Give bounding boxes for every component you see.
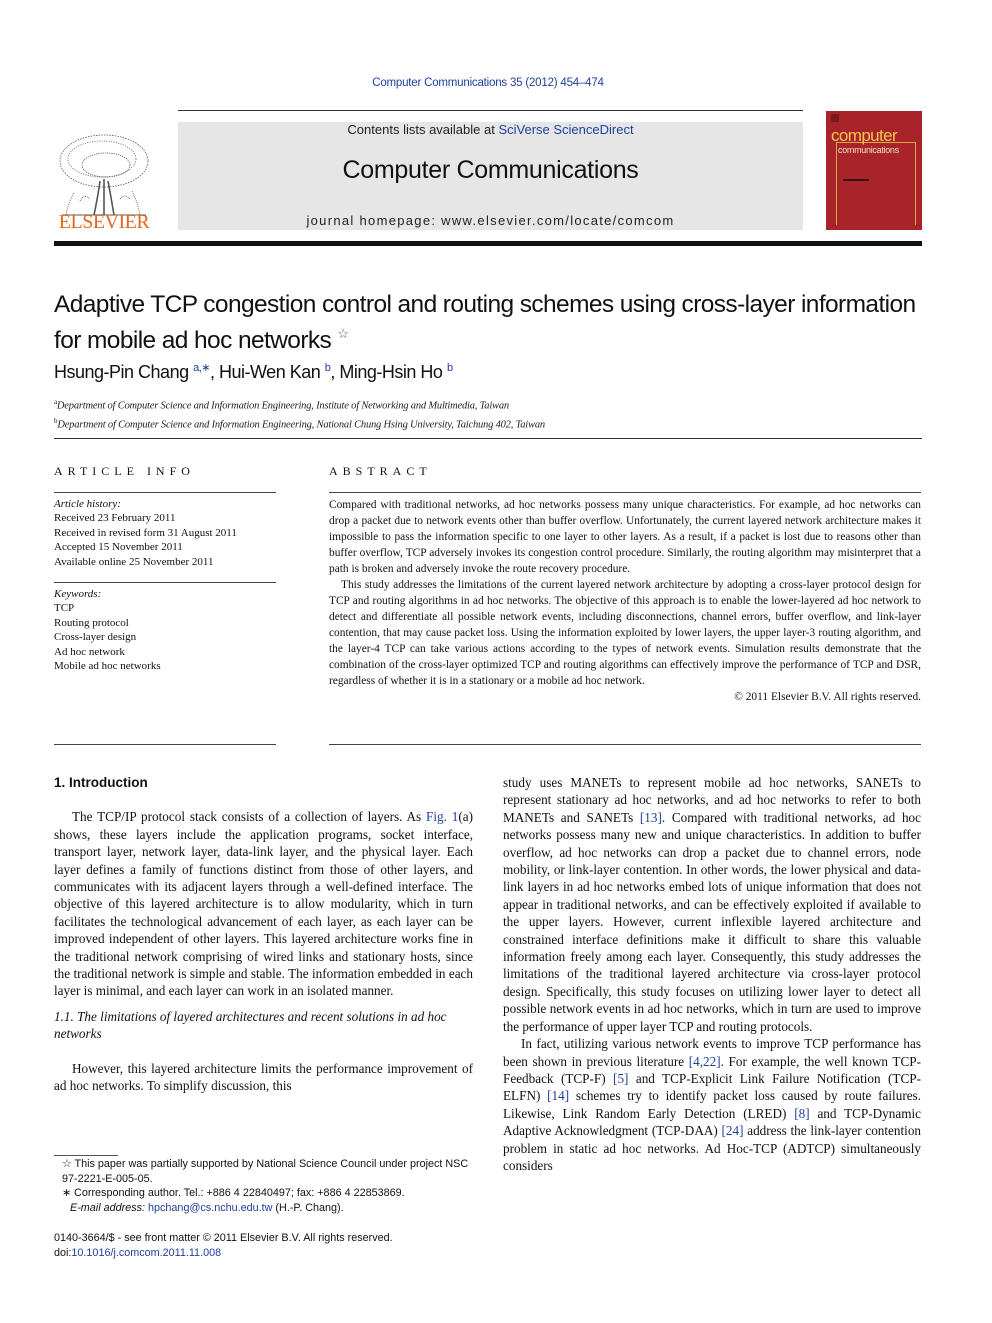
keywords-heading: Keywords: [54,588,102,600]
divider [329,492,921,493]
title-line-1: Adaptive TCP congestion control and rout… [54,291,916,318]
divider [329,744,921,745]
body-paragraph: In fact, utilizing various network event… [503,1035,921,1174]
citation-link[interactable]: [8] [794,1106,809,1121]
cover-publisher-mark-icon [831,114,839,122]
footnote-asterisk-icon: ∗ [62,1187,72,1199]
divider [54,492,276,493]
doi-prefix: doi: [54,1246,72,1259]
cover-decoration [843,179,869,181]
journal-reference-link[interactable]: Computer Communications 35 (2012) 454–47… [0,77,976,89]
journal-homepage: journal homepage: www.elsevier.com/locat… [178,213,803,228]
header-thick-divider [54,241,922,246]
keyword-item: Mobile ad hoc networks [54,660,161,673]
body-paragraph: study uses MANETs to represent mobile ad… [503,774,921,1035]
section-heading: 1. Introduction [54,775,148,790]
paragraph-text: . Compared with traditional networks, ad… [503,809,921,1034]
keywords: Keywords: TCP Routing protocol Cross-lay… [54,587,161,673]
figure-link[interactable]: Fig. 1 [426,809,458,824]
author-affiliation-mark[interactable]: a,∗ [193,362,210,374]
abstract-paragraph: Compared with traditional networks, ad h… [329,499,921,575]
citation-link[interactable]: [24] [722,1123,744,1138]
paragraph-text: The TCP/IP protocol stack consists of a … [72,809,427,825]
keyword-item: Ad hoc network [54,645,125,658]
keyword-item: Cross-layer design [54,631,137,644]
elsevier-wordmark: ELSEVIER [58,211,150,233]
footnote-star-icon: ☆ [62,1158,72,1170]
front-matter-divider [54,438,922,439]
footnote-corresponding: ∗ Corresponding author. Tel.: +886 4 228… [54,1186,473,1201]
homepage-url-link[interactable]: www.elsevier.com/locate/comcom [441,213,674,228]
doi-line: doi:10.1016/j.comcom.2011.11.008 [54,1246,393,1261]
cover-title-communications: communications [838,145,899,155]
doi-link[interactable]: 10.1016/j.comcom.2011.11.008 [71,1247,221,1259]
footnote-funding: ☆ This paper was partially supported by … [54,1157,473,1186]
affiliation-item: aDepartment of Computer Science and Info… [54,395,545,414]
affiliations: aDepartment of Computer Science and Info… [54,395,545,432]
footnote-text: This paper was partially supported by Na… [62,1158,469,1185]
issn-line: 0140-3664/$ - see front matter © 2011 El… [54,1232,393,1244]
divider [54,744,276,745]
email-link[interactable]: hpchang@cs.nchu.edu.tw [148,1202,272,1214]
abstract-heading: ABSTRACT [329,464,432,478]
journal-cover-thumbnail[interactable]: computer communications [826,111,922,230]
footnotes: ☆ This paper was partially supported by … [54,1157,473,1215]
header-divider [178,110,803,111]
history-item: Received in revised form 31 August 2011 [54,526,237,539]
article-info-heading: ARTICLE INFO [54,464,195,478]
footnote-email: E-mail address: hpchang@cs.nchu.edu.tw (… [54,1201,473,1216]
citation-link[interactable]: [14] [547,1088,569,1103]
homepage-prefix: journal homepage: [306,213,442,228]
title-footnote-star-icon[interactable]: ☆ [337,326,349,341]
title-line-2-text: for mobile ad hoc networks [54,327,332,354]
author-name[interactable]: Hsung-Pin Chang [54,362,189,382]
title-line-2: for mobile ad hoc networks ☆ [54,319,934,355]
keyword-item: Routing protocol [54,616,129,629]
citation-link[interactable]: [4,22] [689,1054,721,1069]
email-suffix: (H.-P. Chang). [272,1201,344,1214]
journal-banner: Contents lists available at SciVerse Sci… [178,122,803,230]
author-affiliation-mark[interactable]: b [447,362,453,374]
affiliation-item: bDepartment of Computer Science and Info… [54,414,545,433]
sciencedirect-link[interactable]: SciVerse ScienceDirect [498,122,633,137]
abstract-copyright: © 2011 Elsevier B.V. All rights reserved… [734,691,921,703]
author-name[interactable]: Ming-Hsin Ho [339,362,443,382]
journal-title: Computer Communications [342,156,639,184]
publication-info: 0140-3664/$ - see front matter © 2011 El… [54,1231,393,1260]
body-column-left: 1. Introduction The TCP/IP protocol stac… [54,774,473,1095]
body-paragraph: However, this layered architecture limit… [54,1060,473,1094]
citation-link[interactable]: [5] [613,1071,628,1086]
divider [54,582,276,583]
article-history: Article history: Received 23 February 20… [54,497,237,569]
abstract-body: Compared with traditional networks, ad h… [329,497,921,705]
body-paragraph: The TCP/IP protocol stack consists of a … [54,808,473,999]
abstract-paragraph: This study addresses the limitations of … [329,579,921,687]
body-column-right: study uses MANETs to represent mobile ad… [503,774,921,1174]
keyword-item: TCP [54,602,75,615]
cover-title-computer: computer [831,126,898,145]
footnote-text: Corresponding author. Tel.: +886 4 22840… [71,1187,405,1199]
article-title: Adaptive TCP congestion control and rout… [54,290,934,355]
author-list: Hsung-Pin Chang a,∗, Hui-Wen Kan b, Ming… [54,361,453,383]
contents-availability: Contents lists available at SciVerse Sci… [178,122,803,137]
author-separator: , [210,362,220,382]
paragraph-text: (a) shows, these layers include the appl… [54,809,473,999]
history-item: Accepted 15 November 2011 [54,541,183,554]
contents-prefix: Contents lists available at [347,122,499,137]
author-name[interactable]: Hui-Wen Kan [219,362,321,382]
history-item: Available online 25 November 2011 [54,555,214,568]
history-item: Received 23 February 2011 [54,512,176,525]
email-label: E-mail address: [70,1201,149,1214]
article-history-heading: Article history: [54,498,121,510]
affiliation-text: Department of Computer Science and Infor… [57,419,545,430]
citation-link[interactable]: [13] [640,810,662,825]
subsection-heading: 1.1. The limitations of layered architec… [54,1008,447,1042]
affiliation-text: Department of Computer Science and Infor… [56,400,509,412]
footnote-divider [54,1155,118,1156]
